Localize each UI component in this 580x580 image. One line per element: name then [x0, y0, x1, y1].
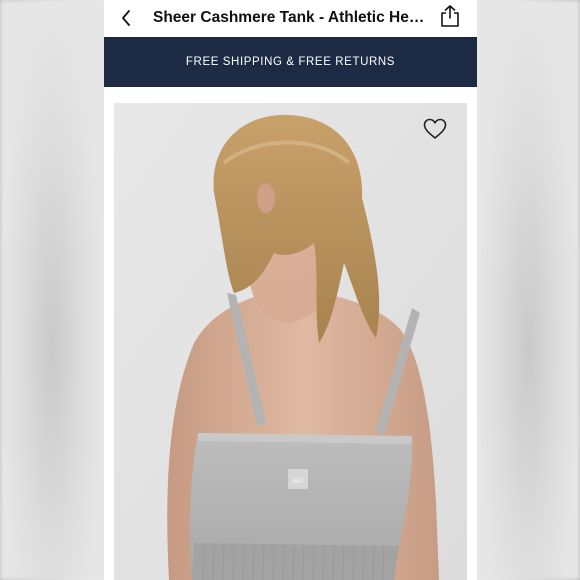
- favorite-button[interactable]: [422, 117, 448, 141]
- background-blur-right: [477, 0, 580, 580]
- promo-banner-text: FREE SHIPPING & FREE RETURNS: [185, 56, 396, 68]
- share-button[interactable]: [439, 4, 461, 28]
- app-screen: Sheer Cashmere Tank - Athletic Heather G…: [104, 0, 477, 580]
- page-title: Sheer Cashmere Tank - Athletic Heather G…: [153, 9, 431, 26]
- back-button[interactable]: [116, 8, 136, 28]
- heart-outline-icon: [423, 118, 447, 139]
- brand-logo-text: alo: [293, 476, 304, 485]
- product-photo-illustration: alo: [114, 103, 467, 580]
- share-icon: [441, 5, 459, 27]
- chevron-left-icon: [122, 10, 130, 26]
- promo-banner: FREE SHIPPING & FREE RETURNS: [104, 37, 477, 87]
- product-image[interactable]: alo: [114, 103, 467, 580]
- top-navigation-bar: Sheer Cashmere Tank - Athletic Heather G…: [104, 0, 477, 36]
- background-blur-left: [0, 0, 104, 580]
